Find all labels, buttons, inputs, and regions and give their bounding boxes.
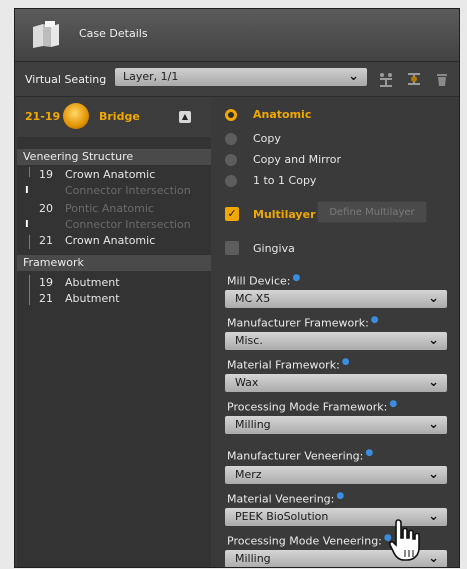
tree-item[interactable]: 21 Abutment [17,291,211,307]
copy-radio[interactable] [225,133,237,145]
gingiva-checkbox[interactable] [225,241,239,255]
bridge-icon [63,103,89,129]
copy-label: Copy [253,132,281,145]
manufacturer-veneering-label: Manufacturer Veneering: ● [227,448,374,463]
case-details-window: Case Details Virtual Seating Layer, 1/1 … [14,8,460,568]
info-icon[interactable]: ● [342,357,350,367]
virtual-seating-bar: Virtual Seating Layer, 1/1 ⌄ [15,62,459,97]
material-framework-select[interactable]: Wax ⌄ [225,374,447,392]
seat-move-icon[interactable] [405,70,423,88]
tree-item[interactable]: 19 Abutment [17,275,211,291]
mill-device-label: Mill Device: ● [227,273,301,288]
tooth-label: Connector Intersection [65,184,191,197]
chevron-down-icon: ⌄ [428,375,439,390]
chevron-down-icon: ⌄ [348,69,359,84]
info-icon[interactable]: ● [389,399,397,409]
virtual-seating-select[interactable]: Layer, 1/1 ⌄ [115,68,367,86]
tooth-label: Connector Intersection [65,218,191,231]
info-icon[interactable]: ● [336,491,344,501]
tooth-number: 21 [39,234,53,247]
framework-heading: Framework [17,255,211,271]
one-to-one-copy-radio[interactable] [225,175,237,187]
anatomic-radio[interactable] [225,109,237,121]
tooth-tree-panel: 21-19 Bridge ▲ Veneering Structure 19 Cr… [17,97,211,567]
title-bar: Case Details [15,9,459,62]
mill-device-value: MC X5 [235,292,271,305]
seat-add-icon[interactable] [377,70,395,88]
tree-item[interactable]: Connector Intersection [17,183,211,199]
manufacturer-framework-value: Misc. [235,334,263,347]
material-framework-value: Wax [235,376,259,389]
options-panel: Anatomic Copy Copy and Mirror 1 to 1 Cop… [211,97,459,567]
manufacturer-framework-select[interactable]: Misc. ⌄ [225,332,447,350]
bridge-name: Bridge [99,110,140,123]
tooth-label: Crown Anatomic [65,234,156,247]
veneering-structure-heading: Veneering Structure [17,149,211,165]
processing-mode-veneering-value: Milling [235,552,271,565]
tooth-label: Abutment [65,276,120,289]
multilayer-label: Multilayer [253,208,316,221]
processing-mode-framework-label: Processing Mode Framework: ● [227,399,398,414]
processing-mode-veneering-label: Processing Mode Veneering: ● [227,533,392,548]
material-framework-label: Material Framework: ● [227,357,350,372]
tree-item[interactable]: 19 Crown Anatomic [17,167,211,183]
multilayer-checkbox[interactable]: ✓ [225,207,239,221]
anatomic-label: Anatomic [253,108,312,121]
gingiva-label: Gingiva [253,242,295,255]
trash-icon[interactable] [433,70,451,88]
bridge-row[interactable]: 21-19 Bridge ▲ [17,97,211,137]
tooth-number: 19 [39,168,53,181]
chevron-down-icon: ⌄ [428,291,439,306]
tooth-label: Abutment [65,292,120,305]
define-multilayer-button[interactable]: Define Multilayer [317,201,427,223]
case-folder-icon [33,21,59,48]
manufacturer-veneering-select[interactable]: Merz ⌄ [225,466,447,484]
info-icon[interactable]: ● [371,315,379,325]
virtual-seating-label: Virtual Seating [25,73,107,86]
tooth-label: Crown Anatomic [65,168,156,181]
tooth-number: 20 [39,202,53,215]
window-title: Case Details [79,27,148,40]
tree-item[interactable]: Connector Intersection [17,217,211,233]
processing-mode-framework-select[interactable]: Milling ⌄ [225,416,447,434]
copy-and-mirror-label: Copy and Mirror [253,153,341,166]
info-icon[interactable]: ● [365,448,373,458]
info-icon[interactable]: ● [292,273,300,283]
tooth-number: 19 [39,276,53,289]
tree-item[interactable]: 21 Crown Anatomic [17,233,211,249]
processing-mode-framework-value: Milling [235,418,271,431]
tree-item[interactable]: 20 Pontic Anatomic [17,201,211,217]
collapse-button[interactable]: ▲ [179,111,191,123]
chevron-down-icon: ⌄ [428,417,439,432]
chevron-down-icon: ⌄ [428,333,439,348]
manufacturer-veneering-value: Merz [235,468,262,481]
virtual-seating-value: Layer, 1/1 [123,70,179,83]
chevron-down-icon: ⌄ [428,467,439,482]
manufacturer-framework-label: Manufacturer Framework: ● [227,315,379,330]
tooth-label: Pontic Anatomic [65,202,154,215]
hand-cursor-icon [388,519,420,561]
mill-device-select[interactable]: MC X5 ⌄ [225,290,447,308]
chevron-down-icon: ⌄ [428,551,439,566]
bridge-range: 21-19 [25,110,61,123]
copy-and-mirror-radio[interactable] [225,154,237,166]
chevron-down-icon: ⌄ [428,509,439,524]
one-to-one-copy-label: 1 to 1 Copy [253,174,317,187]
material-veneering-label: Material Veneering: ● [227,491,345,506]
tooth-number: 21 [39,292,53,305]
material-veneering-value: PEEK BioSolution [235,510,329,523]
